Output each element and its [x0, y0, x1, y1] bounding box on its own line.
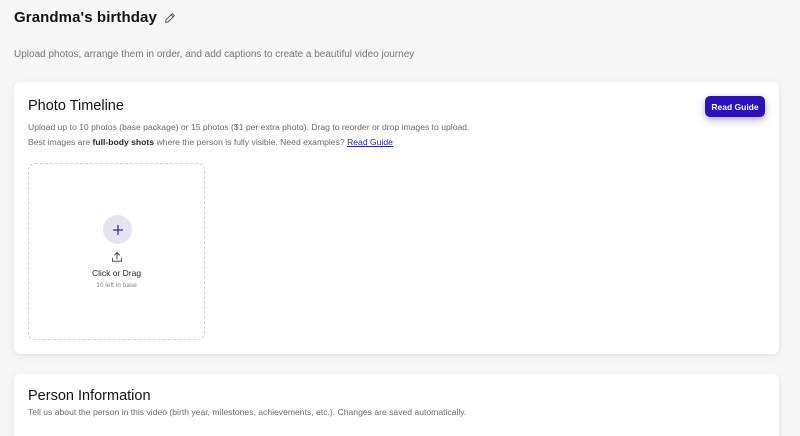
title-row: Grandma's birthday — [14, 9, 176, 26]
page: Grandma's birthday Upload photos, arrang… — [0, 0, 800, 436]
person-information-description: Tell us about the person in this video (… — [28, 407, 467, 417]
photo-timeline-card: Photo Timeline Read Guide Upload up to 1… — [14, 82, 779, 354]
upload-icon — [111, 250, 123, 262]
tip-bold: full-body shots — [92, 137, 155, 147]
plus-icon — [112, 224, 123, 235]
tip-prefix: Best images are — [28, 137, 93, 147]
add-photo-button[interactable] — [103, 215, 132, 244]
tip-suffix: where the person is fully visible. Need … — [154, 137, 348, 147]
photo-timeline-tip: Best images are full-body shots where th… — [28, 137, 393, 147]
read-guide-link[interactable]: Read Guide — [347, 137, 393, 147]
person-information-card: Person Information Tell us about the per… — [14, 374, 779, 436]
page-title: Grandma's birthday — [14, 9, 157, 26]
person-information-title: Person Information — [28, 388, 151, 404]
photo-timeline-title: Photo Timeline — [28, 98, 124, 114]
pencil-icon[interactable] — [164, 12, 176, 24]
photo-timeline-description: Upload up to 10 photos (base package) or… — [28, 122, 470, 132]
read-guide-button[interactable]: Read Guide — [705, 96, 765, 117]
photo-upload-dropzone[interactable]: Click or Drag 10 left in base — [28, 163, 205, 340]
upload-label: Click or Drag — [91, 268, 142, 278]
upload-remaining-count: 10 left in base — [96, 282, 137, 289]
page-subtitle: Upload photos, arrange them in order, an… — [14, 49, 415, 60]
